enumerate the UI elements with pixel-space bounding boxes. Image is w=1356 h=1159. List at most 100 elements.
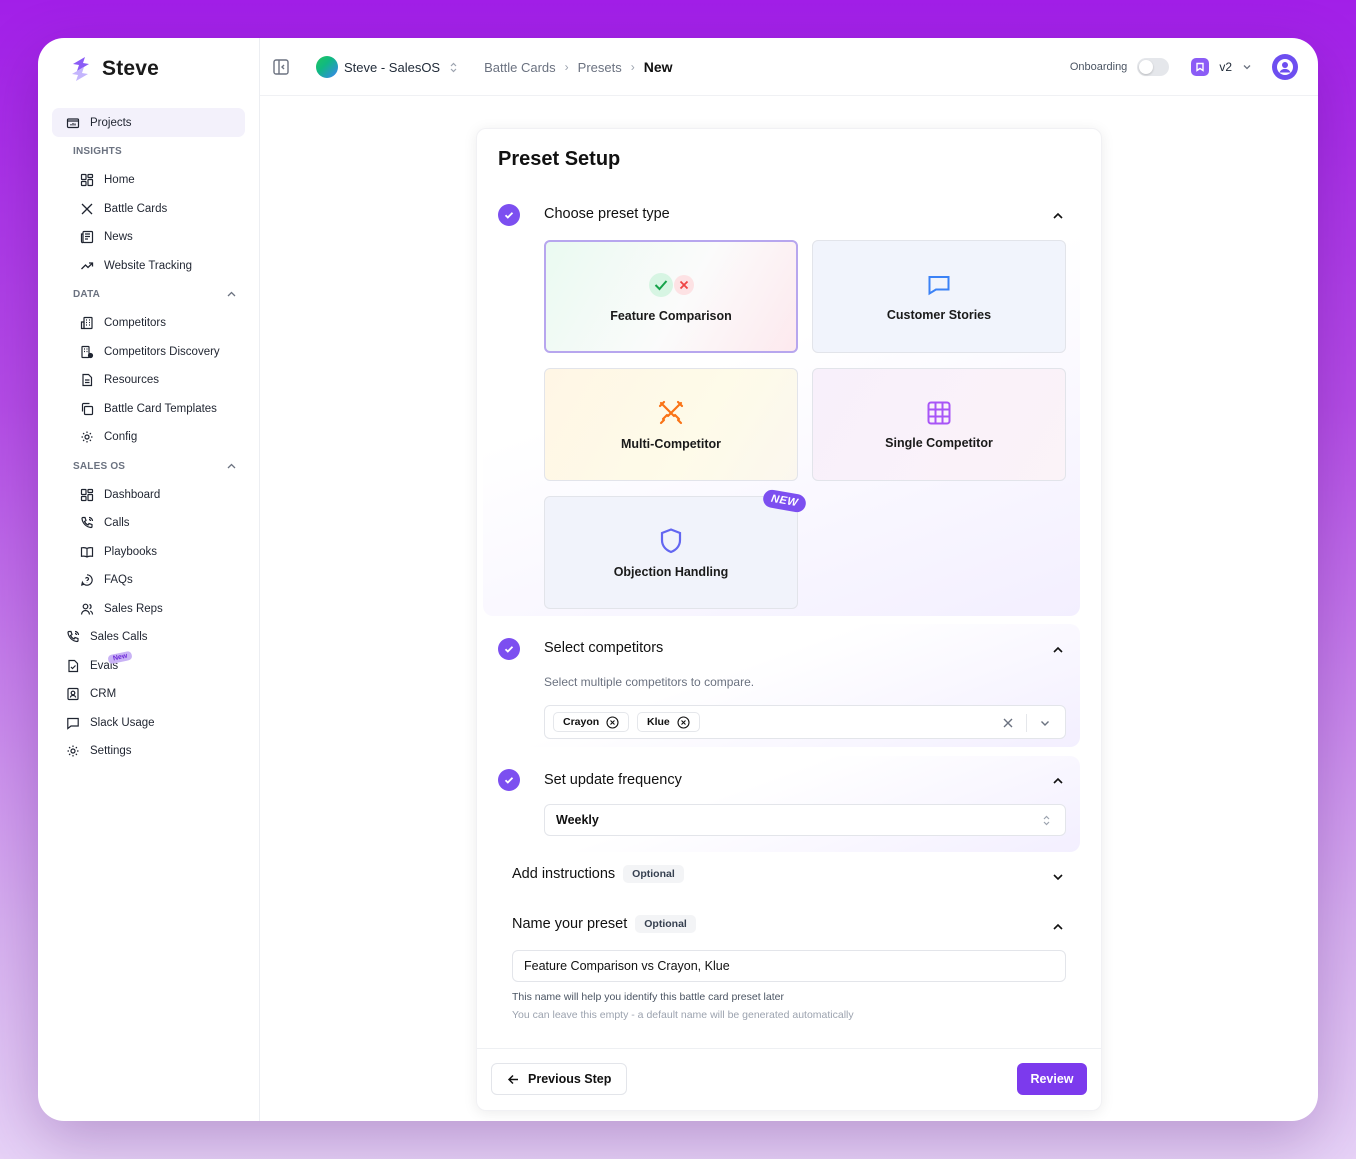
breadcrumb-battle-cards[interactable]: Battle Cards [484,60,556,75]
sidebar-item-sales-reps[interactable]: Sales Reps [52,595,245,624]
top-bar: Steve - SalesOS Battle Cards › Presets ›… [260,38,1318,96]
sidebar-item-faqs[interactable]: FAQs [52,566,245,595]
sidebar-toggle-icon[interactable] [272,58,290,76]
phone-icon [81,517,94,529]
sidebar-item-crm[interactable]: CRM [52,680,245,709]
new-tag: New [107,650,134,664]
sidebar-item-slack-usage[interactable]: Slack Usage [52,709,245,738]
logo-icon [72,57,89,81]
step-name-header[interactable]: Name your preset Optional [512,915,696,933]
chevron-down-icon[interactable] [1039,717,1051,729]
sidebar-item-website-tracking[interactable]: Website Tracking [52,252,245,281]
gear-icon [67,745,79,757]
app-window: Steve Projects INSIGHTS Home Battle Card… [38,38,1318,1121]
sidebar-item-projects[interactable]: Projects [52,108,245,137]
sidebar-item-calls[interactable]: Calls [52,509,245,538]
sidebar-item-news[interactable]: News [52,223,245,252]
chevron-updown-icon[interactable] [449,62,458,73]
sidebar-item-dashboard[interactable]: Dashboard [52,481,245,510]
preset-setup-card: Preset Setup Choose preset type Feature … [476,128,1102,1111]
sidebar-item-battle-card-templates[interactable]: Battle Card Templates [52,395,245,424]
eval-icon [68,659,79,672]
preset-name-subhint: You can leave this empty - a default nam… [512,1009,854,1021]
review-button[interactable]: Review [1017,1063,1087,1095]
remove-chip-icon[interactable] [606,715,619,729]
step-instructions-header[interactable]: Add instructions Optional [512,865,684,883]
copy-icon [81,402,94,415]
chevron-updown-icon [1043,815,1050,826]
chevron-right-icon: › [630,60,635,74]
step-select-competitors-description: Select multiple competitors to compare. [544,675,755,689]
tile-objection-handling[interactable]: Objection Handling [544,496,798,609]
swords-icon [81,203,93,215]
frequency-select[interactable]: Weekly [544,804,1066,836]
top-right-controls: Onboarding v2 [1070,38,1298,96]
tile-label: Customer Stories [886,307,992,322]
file-text-icon [82,374,93,387]
brand-name: Steve [102,57,160,80]
grid-icon [80,488,94,501]
version-label[interactable]: v2 [1219,60,1232,74]
tile-label: Objection Handling [613,564,729,579]
tile-multi-competitor[interactable]: Multi-Competitor [544,368,798,481]
step-select-competitors-label[interactable]: Select competitors [544,640,663,656]
brand[interactable]: Steve [68,55,159,83]
chevron-right-icon: › [564,60,569,74]
message-square-icon [926,272,952,298]
tile-feature-comparison[interactable]: Feature Comparison [544,240,798,353]
tile-customer-stories[interactable]: Customer Stories [812,240,1066,353]
step-frequency-label[interactable]: Set update frequency [544,772,682,788]
sidebar-item-competitors-discovery[interactable]: Competitors Discovery [52,338,245,367]
section-data[interactable]: DATA [52,280,245,309]
chevron-down-icon[interactable] [1051,870,1065,884]
sidebar-item-competitors[interactable]: Competitors [52,309,245,338]
sidebar-item-label: Projects [90,116,132,129]
clear-icon[interactable] [1002,717,1014,729]
chevron-up-icon[interactable] [1051,643,1065,657]
help-circle-icon [80,574,93,587]
optional-badge: Optional [635,915,696,933]
workspace-switcher[interactable]: Steve - SalesOS [344,60,440,75]
chevron-up-icon[interactable] [1051,920,1065,934]
preset-name-hint: This name will help you identify this ba… [512,991,784,1003]
tile-label: Multi-Competitor [621,436,721,451]
previous-step-button[interactable]: Previous Step [491,1063,628,1095]
breadcrumb: Steve - SalesOS Battle Cards › Presets ›… [344,38,673,96]
building-search-icon [81,345,94,358]
check-x-icon [647,271,695,299]
version-badge-icon[interactable] [1191,58,1210,76]
swords-icon [657,399,685,427]
user-avatar[interactable] [1272,54,1298,80]
check-circle-icon [498,769,520,791]
chevron-up-icon[interactable] [1051,774,1065,788]
competitor-chip: Crayon [553,712,630,732]
sidebar-item-playbooks[interactable]: Playbooks [52,538,245,567]
chevron-up-icon [227,291,236,297]
competitor-chip: Klue [637,712,700,732]
tile-label: Feature Comparison [610,308,732,323]
sidebar-item-settings[interactable]: Settings [52,737,245,766]
remove-chip-icon[interactable] [677,715,690,729]
breadcrumb-current: New [643,59,673,75]
workspace-avatar[interactable] [316,56,338,78]
sidebar: Steve Projects INSIGHTS Home Battle Card… [38,38,260,1121]
newspaper-icon [80,231,94,244]
sidebar-item-sales-calls[interactable]: Sales Calls [52,623,245,652]
sidebar-item-config[interactable]: Config [52,423,245,452]
sidebar-item-evals[interactable]: Evals New [52,650,245,681]
gear-icon [81,431,93,443]
sidebar-item-battle-cards[interactable]: Battle Cards [52,195,245,224]
check-circle-icon [498,638,520,660]
competitors-multiselect[interactable]: Crayon Klue [544,705,1066,739]
section-sales-os[interactable]: SALES OS [52,452,245,481]
onboarding-toggle[interactable] [1137,58,1170,76]
preset-name-input[interactable]: Feature Comparison vs Crayon, Klue [512,950,1066,982]
chevron-down-icon[interactable] [1242,62,1252,72]
sidebar-item-resources[interactable]: Resources [52,366,245,395]
tile-single-competitor[interactable]: Single Competitor [812,368,1066,481]
step-choose-type-label[interactable]: Choose preset type [544,206,670,222]
chevron-up-icon [227,463,236,468]
chevron-up-icon[interactable] [1051,209,1065,223]
breadcrumb-presets[interactable]: Presets [578,60,622,75]
sidebar-item-home[interactable]: Home [52,166,245,195]
